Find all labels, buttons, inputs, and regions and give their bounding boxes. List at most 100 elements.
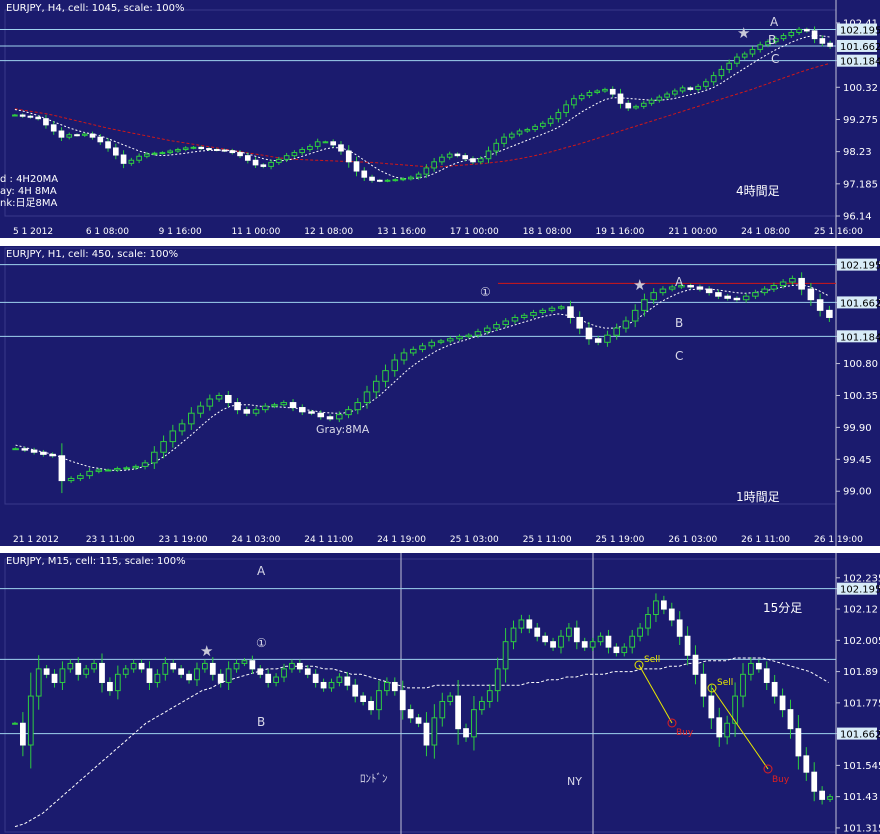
x-tick-label: 25 1 19:00	[596, 535, 645, 545]
candle-body	[695, 85, 701, 90]
candle-body	[336, 414, 343, 420]
candle-body	[291, 152, 298, 157]
ma-line	[14, 657, 829, 828]
candle-body	[581, 641, 588, 648]
candle-body	[696, 286, 704, 290]
candle-body	[493, 324, 500, 329]
x-tick-label: 6 1 08:00	[86, 227, 129, 237]
candle-body	[511, 316, 519, 322]
candle-body	[771, 681, 778, 697]
candle-body	[530, 311, 537, 316]
x-tick-label: 26 1 19:00	[814, 535, 863, 545]
candle-body	[787, 709, 794, 730]
candle-body	[308, 411, 315, 414]
candle-body	[141, 462, 149, 467]
candle-body	[423, 722, 430, 746]
candle-body	[400, 352, 408, 361]
candle-body	[798, 277, 805, 290]
candle-body	[752, 292, 759, 297]
candle-body	[91, 662, 97, 670]
candle-body	[151, 152, 158, 155]
candle-body	[755, 662, 762, 670]
candle-body	[225, 394, 232, 404]
wave-label-C: C	[771, 52, 779, 66]
wave-label-A: A	[770, 15, 779, 29]
y-tick-label: 99.00	[843, 487, 872, 498]
candle-body	[494, 668, 501, 692]
candle-body	[252, 159, 259, 166]
candle-body	[243, 409, 251, 414]
y-tick-label: 100.80	[843, 359, 878, 370]
candle-body	[217, 673, 224, 683]
candle-body	[312, 673, 319, 683]
candle-body	[120, 154, 127, 164]
marker-circle-one: ①	[480, 285, 491, 299]
candle-body	[104, 469, 112, 472]
candle-body	[151, 451, 158, 464]
candle-body	[265, 673, 272, 683]
candle-body	[578, 95, 585, 100]
candle-body	[557, 306, 565, 309]
candle-body	[276, 158, 282, 163]
star-marker: ★	[737, 24, 750, 42]
candle-body	[83, 668, 90, 675]
candle-body	[178, 668, 185, 675]
candle-body	[12, 722, 18, 725]
candle-body	[602, 88, 608, 92]
candle-body	[455, 695, 461, 730]
candle-body	[215, 394, 223, 400]
candle-body	[241, 660, 248, 664]
candle-body	[257, 668, 264, 675]
y-tick-label: 102.005	[843, 636, 880, 647]
candle-body	[629, 635, 636, 648]
timeframe-label: 15分足	[763, 601, 802, 615]
candle-body	[708, 695, 715, 719]
ma-daily-line	[14, 62, 831, 168]
candle-body	[650, 292, 657, 301]
candle-body	[811, 771, 818, 792]
candle-body	[51, 673, 58, 683]
h1-chart-panel[interactable]: 102.195 101.662 101.184 100.80 100.35 99.90 99…	[0, 246, 880, 546]
x-tick-label: 26 1 11:00	[741, 535, 790, 545]
candle-body	[338, 144, 344, 152]
candle-body	[178, 423, 186, 432]
y-tick-label: 99.275	[843, 115, 878, 126]
candle-body	[526, 619, 533, 629]
h1-chart-svg[interactable]: 102.195 101.662 101.184 100.80 100.35 99.90 99…	[0, 246, 880, 546]
sell-label: Sell	[717, 678, 733, 688]
candle-body	[74, 134, 80, 137]
m15-chart-svg[interactable]: 102.235102.195 102.12 102.005 101.89 101.775…	[0, 553, 880, 834]
candle-body	[463, 728, 469, 738]
wave-label-B: B	[675, 316, 683, 330]
candle-body	[439, 701, 446, 719]
m15-chart-panel[interactable]: 102.235102.195 102.12 102.005 101.89 101.775…	[0, 553, 880, 834]
x-tick-label: 23 1 11:00	[86, 535, 135, 545]
candle-body	[718, 68, 725, 77]
candle-body	[35, 116, 42, 120]
candle-body	[502, 641, 509, 670]
candle-body	[234, 402, 241, 411]
candle-body	[770, 285, 778, 290]
candle-body	[363, 391, 371, 404]
h4-chart-title: EURJPY, H4, cell: 1045, scale: 100%	[6, 3, 185, 14]
candle-body	[474, 331, 482, 336]
candle-body	[510, 627, 517, 643]
h4-chart-panel[interactable]: 102.41101.184100.3299.27598.2397.18596.1…	[0, 0, 880, 238]
candle-body	[439, 156, 445, 163]
candle-body	[613, 327, 620, 336]
candle-body	[604, 334, 611, 343]
x-tick-label: 24 1 11:00	[304, 535, 353, 545]
h4-chart-svg[interactable]: 102.41101.184100.3299.27598.2397.18596.1…	[0, 0, 880, 238]
candle-body	[518, 619, 525, 629]
candle-body	[520, 314, 528, 318]
candle-body	[49, 453, 56, 457]
candle-body	[283, 155, 290, 160]
candle-body	[182, 147, 189, 150]
candle-body	[162, 662, 169, 675]
candle-body	[485, 150, 492, 160]
x-tick-label: 25 1 11:00	[523, 535, 572, 545]
candle-body	[66, 134, 73, 138]
candle-body	[692, 654, 699, 675]
x-tick-label: 23 1 19:00	[159, 535, 208, 545]
candle-body	[763, 668, 770, 683]
